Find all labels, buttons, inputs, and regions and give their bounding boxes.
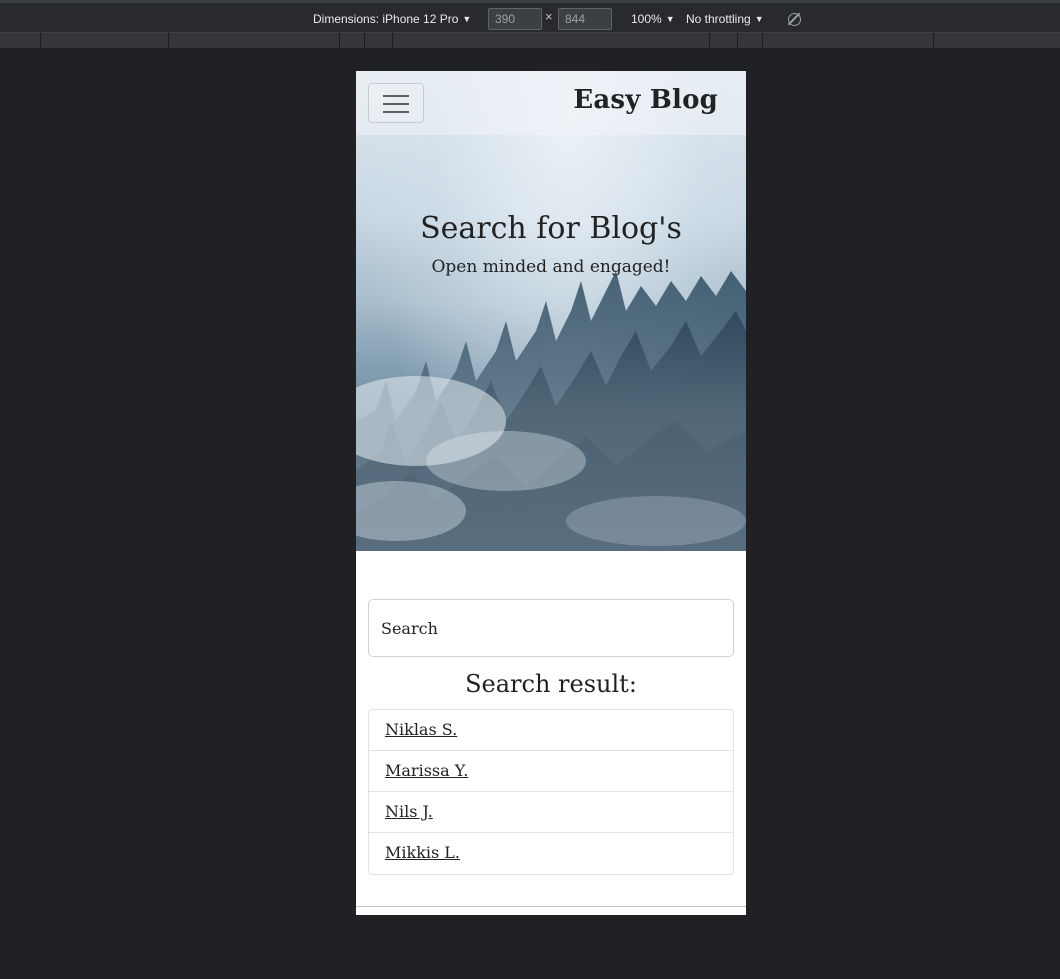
brand-logo[interactable]: Easy Blog <box>573 85 718 115</box>
ruler-segment[interactable] <box>737 33 738 49</box>
forest-background-image <box>356 271 746 551</box>
footer-divider <box>356 906 746 907</box>
navbar-toggler-button[interactable] <box>368 83 424 123</box>
hamburger-bar <box>383 103 409 105</box>
result-link[interactable]: Nils J. <box>385 802 433 821</box>
search-input[interactable] <box>368 599 734 657</box>
hero-subtitle: Open minded and engaged! <box>431 257 671 277</box>
times-separator: × <box>545 9 553 24</box>
search-result-list: Niklas S. Marissa Y. Nils J. Mikkis L. <box>368 709 734 875</box>
list-item: Niklas S. <box>369 710 733 751</box>
device-viewport: Easy Blog Search for Blog's Open minded … <box>356 71 746 915</box>
height-input[interactable]: 844 <box>558 8 612 30</box>
result-link[interactable]: Mikkis L. <box>385 843 460 862</box>
list-item: Marissa Y. <box>369 751 733 792</box>
zoom-label: 100% <box>631 12 662 26</box>
hamburger-bar <box>383 95 409 97</box>
device-toolbar: Dimensions: iPhone 12 Pro ▼ 390 × 844 100… <box>0 0 1060 33</box>
rotate-icon[interactable] <box>788 13 801 26</box>
result-link[interactable]: Marissa Y. <box>385 761 468 780</box>
hero-section: Easy Blog Search for Blog's Open minded … <box>356 71 746 551</box>
search-result-heading: Search result: <box>465 670 637 698</box>
ruler-segment[interactable] <box>709 33 710 49</box>
ruler-segment[interactable] <box>40 33 41 49</box>
ruler-segment[interactable] <box>339 33 340 49</box>
hero-title: Search for Blog's <box>420 211 682 246</box>
result-link[interactable]: Niklas S. <box>385 720 457 739</box>
chevron-down-icon: ▼ <box>462 14 472 24</box>
hamburger-bar <box>383 111 409 113</box>
zoom-dropdown[interactable]: 100% ▼ <box>631 9 675 29</box>
chevron-down-icon: ▼ <box>754 14 764 24</box>
chevron-down-icon: ▼ <box>665 14 675 24</box>
list-item: Mikkis L. <box>369 833 733 874</box>
ruler-segment[interactable] <box>364 33 365 49</box>
device-dimensions-label: Dimensions: iPhone 12 Pro <box>313 12 459 26</box>
ruler-segment[interactable] <box>933 33 934 49</box>
throttling-label: No throttling <box>686 12 751 26</box>
navbar: Easy Blog <box>356 71 746 135</box>
device-dimensions-dropdown[interactable]: Dimensions: iPhone 12 Pro ▼ <box>313 9 471 29</box>
ruler-segment[interactable] <box>168 33 169 49</box>
width-input[interactable]: 390 <box>488 8 542 30</box>
list-item: Nils J. <box>369 792 733 833</box>
ruler-segment[interactable] <box>762 33 763 49</box>
media-query-ruler <box>0 33 1060 49</box>
throttling-dropdown[interactable]: No throttling ▼ <box>686 9 764 29</box>
ruler-segment[interactable] <box>392 33 393 49</box>
